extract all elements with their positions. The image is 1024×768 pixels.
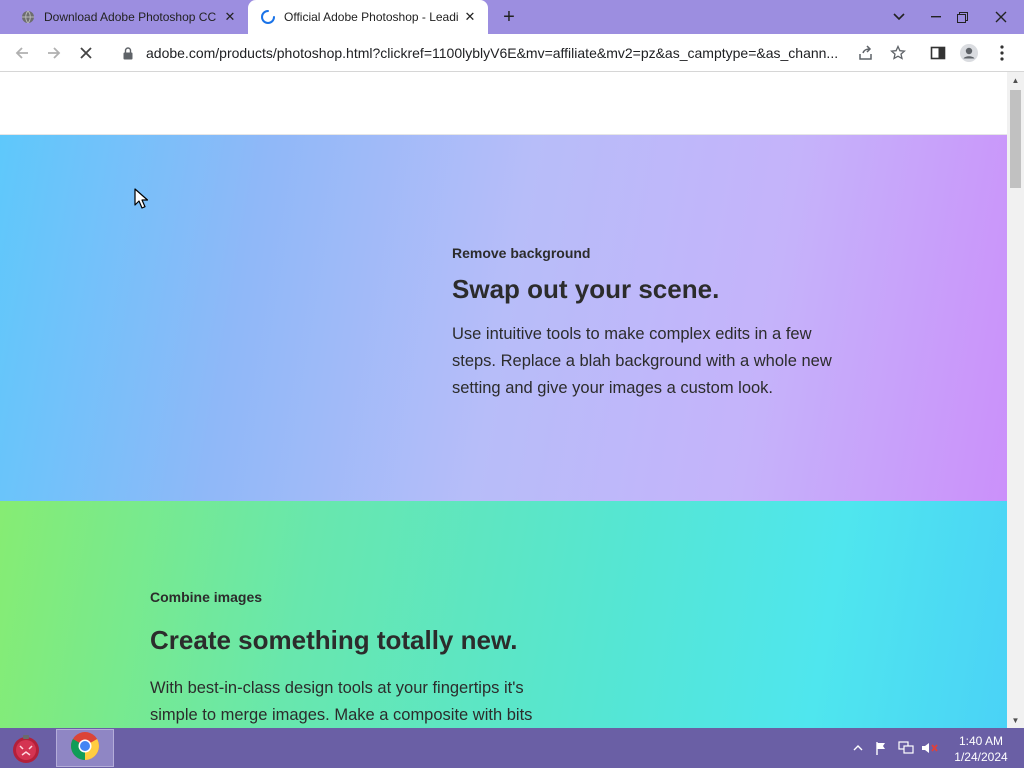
tab-title: Official Adobe Photoshop - Leadi <box>284 10 459 24</box>
taskbar-chrome-button[interactable] <box>56 729 114 767</box>
loading-spinner-icon <box>260 9 276 25</box>
tab-title: Download Adobe Photoshop CC <box>44 10 217 24</box>
section-body: With best-in-class design tools at your … <box>150 675 570 728</box>
combine-images-section: Combine images Create something totally … <box>0 501 1007 728</box>
address-bar[interactable]: adobe.com/products/photoshop.html?clickr… <box>110 38 850 68</box>
scroll-down-arrow-icon[interactable]: ▼ <box>1007 712 1024 728</box>
section-heading: Swap out your scene. <box>452 274 720 304</box>
tab-search-chevron-icon[interactable] <box>883 0 915 34</box>
network-icon[interactable] <box>896 738 916 758</box>
body-line: setting and give your images a custom lo… <box>452 379 774 397</box>
body-line: Use intuitive tools to make complex edit… <box>452 325 812 343</box>
new-tab-button[interactable]: + <box>497 5 521 29</box>
tab-download-photoshop[interactable]: Download Adobe Photoshop CC ✕ <box>8 0 248 34</box>
menu-kebab-icon[interactable] <box>988 39 1016 67</box>
body-line: steps. Replace a blah background with a … <box>452 352 832 370</box>
body-line: With best-in-class design tools at your … <box>150 679 524 697</box>
close-window-icon[interactable] <box>984 0 1018 34</box>
section-eyebrow: Remove background <box>452 245 591 261</box>
bookmark-star-icon[interactable] <box>884 39 912 67</box>
back-arrow-icon[interactable] <box>8 39 36 67</box>
lock-icon[interactable] <box>120 46 136 60</box>
page-scrollbar[interactable]: ▲ ▼ <box>1007 72 1024 728</box>
browser-toolbar: adobe.com/products/photoshop.html?clickr… <box>0 34 1024 72</box>
globe-icon <box>20 9 36 25</box>
stop-loading-icon[interactable] <box>72 39 100 67</box>
tab-strip: Download Adobe Photoshop CC ✕ Official A… <box>0 0 1024 34</box>
forward-arrow-icon[interactable] <box>40 39 68 67</box>
section-eyebrow: Combine images <box>150 589 263 605</box>
mouse-pointer-icon <box>134 188 149 215</box>
section-body: Use intuitive tools to make complex edit… <box>452 321 872 402</box>
body-line: simple to merge images. Make a composite… <box>150 706 533 724</box>
side-panel-icon[interactable] <box>924 39 952 67</box>
windows-taskbar: 1:40 AM 1/24/2024 <box>0 728 1024 768</box>
remove-background-section: Remove background Swap out your scene. U… <box>0 135 1007 501</box>
scrollbar-thumb[interactable] <box>1010 90 1021 188</box>
volume-muted-icon[interactable] <box>920 738 940 758</box>
restore-icon[interactable] <box>946 0 978 34</box>
system-clock[interactable]: 1:40 AM 1/24/2024 <box>948 733 1014 765</box>
clock-date: 1/24/2024 <box>954 750 1008 764</box>
page-content: Remove background Swap out your scene. U… <box>0 72 1007 728</box>
tab-close-icon[interactable]: ✕ <box>460 7 480 27</box>
scroll-up-arrow-icon[interactable]: ▲ <box>1007 72 1024 88</box>
tab-official-photoshop[interactable]: Official Adobe Photoshop - Leadi ✕ <box>248 0 488 34</box>
action-center-flag-icon[interactable] <box>872 738 892 758</box>
show-hidden-icons-icon[interactable] <box>848 738 868 758</box>
page-header-area <box>0 72 1007 135</box>
chrome-icon <box>70 731 100 766</box>
profile-avatar-icon[interactable] <box>955 39 983 67</box>
tab-close-icon[interactable]: ✕ <box>220 7 240 27</box>
section-heading: Create something totally new. <box>150 625 518 655</box>
share-icon[interactable] <box>852 39 880 67</box>
clock-time: 1:40 AM <box>958 734 1004 748</box>
url-text[interactable]: adobe.com/products/photoshop.html?clickr… <box>146 45 850 61</box>
start-orb-icon[interactable] <box>8 731 44 767</box>
